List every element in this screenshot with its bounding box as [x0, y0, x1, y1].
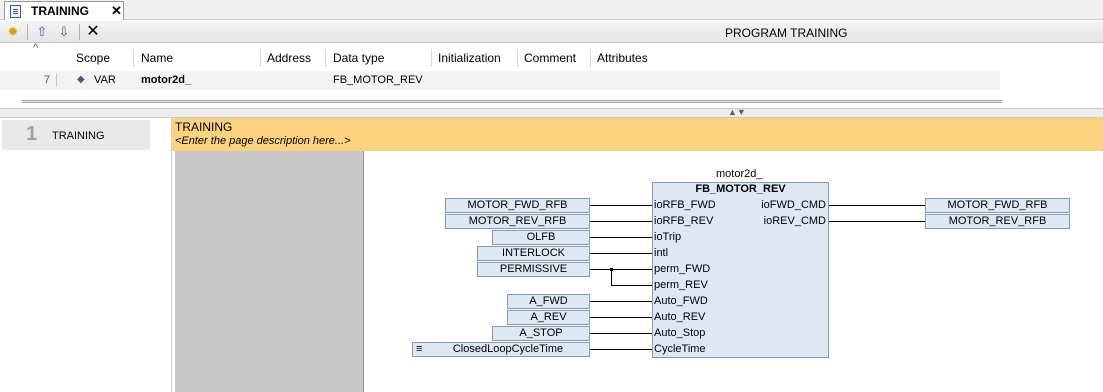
fb-input-pin: Auto_REV — [654, 311, 706, 323]
program-title: PROGRAM TRAINING — [725, 26, 848, 40]
input-variable[interactable]: INTERLOCK — [477, 246, 590, 261]
network-name: TRAINING — [52, 130, 105, 142]
column-divider — [260, 49, 261, 67]
network-list: 1 TRAINING — [0, 118, 172, 392]
cell-name[interactable]: motor2d_ — [141, 74, 191, 86]
splitter-arrows-icon[interactable]: ▲▼ — [728, 107, 746, 117]
network-item[interactable]: 1 TRAINING — [2, 120, 150, 150]
column-attributes[interactable]: Attributes — [597, 51, 648, 65]
output-variable[interactable]: MOTOR_FWD_RFB — [925, 198, 1070, 213]
line-number: 7 — [44, 74, 51, 86]
editor-tab-strip: TRAINING ✕ — [0, 0, 1103, 20]
fb-input-pin: ioRFB_FWD — [654, 199, 716, 211]
column-comment[interactable]: Comment — [524, 51, 576, 65]
input-variable[interactable]: A_FWD — [507, 294, 590, 309]
fb-input-pin: Auto_FWD — [654, 295, 708, 307]
wire — [611, 285, 652, 286]
fb-input-pin: perm_FWD — [654, 263, 711, 275]
fb-input-pin: Auto_Stop — [654, 327, 706, 339]
input-variable[interactable]: A_REV — [507, 310, 590, 325]
wire — [590, 301, 652, 302]
column-divider — [133, 49, 134, 67]
network-number: 1 — [26, 123, 38, 145]
column-data-type[interactable]: Data type — [333, 51, 384, 65]
column-divider — [517, 49, 518, 67]
fb-input-pin: ioRFB_REV — [654, 215, 714, 227]
input-variable[interactable]: A_STOP — [492, 326, 590, 341]
fb-instance-name[interactable]: motor2d_ — [716, 168, 762, 180]
column-name[interactable]: Name — [141, 51, 173, 65]
tab-training[interactable]: TRAINING ✕ — [4, 1, 124, 20]
horizontal-scrollbar[interactable] — [22, 100, 1002, 103]
fb-input-pin: intl — [654, 247, 669, 259]
wire — [829, 221, 925, 222]
fb-type-name: FB_MOTOR_REV — [695, 183, 786, 195]
wire — [829, 205, 925, 206]
fb-input-pin: ioTrip — [654, 231, 682, 243]
fb-input-pin: perm_REV — [654, 279, 708, 291]
column-initialization[interactable]: Initialization — [438, 51, 501, 65]
input-variable[interactable]: ≡ ClosedLoopCycleTime — [412, 342, 590, 357]
collapse-caret-icon[interactable]: ^ — [33, 42, 38, 54]
tab-label: TRAINING — [31, 4, 89, 18]
wire — [590, 237, 652, 238]
declaration-toolbar: ✹ ⇧ ⇩ ✕ PROGRAM TRAINING — [0, 21, 1103, 43]
wire-junction — [610, 268, 613, 271]
toolbar-separator — [27, 24, 28, 40]
close-icon[interactable]: ✕ — [111, 3, 122, 19]
column-scope[interactable]: Scope — [76, 51, 110, 65]
input-variable[interactable]: OLFB — [492, 230, 590, 245]
input-variable-label: ClosedLoopCycleTime — [452, 343, 564, 355]
column-divider — [590, 49, 591, 67]
row-divider — [56, 73, 57, 87]
cell-data-type[interactable]: FB_MOTOR_REV — [333, 74, 423, 86]
move-down-icon[interactable]: ⇩ — [56, 24, 72, 40]
input-variable[interactable]: MOTOR_REV_RFB — [445, 214, 590, 229]
wire — [590, 269, 652, 270]
input-variable[interactable]: PERMISSIVE — [477, 262, 590, 277]
table-row[interactable]: 7 ◆ VAR motor2d_ FB_MOTOR_REV — [0, 71, 1000, 90]
fb-input-pin: CycleTime — [654, 343, 706, 355]
output-variable[interactable]: MOTOR_REV_RFB — [925, 214, 1070, 229]
wire — [590, 253, 652, 254]
fb-output-pin: ioFWD_CMD — [761, 199, 826, 211]
fb-output-pin: ioREV_CMD — [763, 215, 826, 227]
wire — [590, 349, 652, 350]
input-variable[interactable]: MOTOR_FWD_RFB — [445, 198, 590, 213]
page-header[interactable]: TRAINING <Enter the page description her… — [172, 118, 1103, 151]
cell-scope[interactable]: VAR — [94, 74, 116, 86]
move-up-icon[interactable]: ⇧ — [34, 24, 50, 40]
delete-icon[interactable]: ✕ — [85, 24, 101, 40]
column-divider — [431, 49, 432, 67]
variable-icon: ◆ — [77, 74, 85, 85]
page-title: TRAINING — [175, 120, 233, 134]
wire — [590, 205, 652, 206]
network-margin — [175, 151, 364, 392]
function-block[interactable]: FB_MOTOR_REV ioRFB_FWD ioRFB_REV ioTrip … — [652, 182, 829, 358]
toolbar-separator — [79, 24, 80, 40]
variable-table: ^ Scope Name Address Data type Initializ… — [0, 42, 1103, 94]
page-description[interactable]: <Enter the page description here...> — [175, 135, 351, 147]
wire — [590, 317, 652, 318]
pane-splitter[interactable]: ▲▼ — [0, 107, 1103, 118]
column-divider — [325, 49, 326, 67]
column-address[interactable]: Address — [267, 51, 311, 65]
document-icon — [10, 5, 21, 18]
wire — [611, 269, 612, 285]
wire — [590, 221, 652, 222]
wire — [590, 333, 652, 334]
add-variable-icon[interactable]: ✹ — [5, 24, 21, 40]
fbd-editor: 1 TRAINING TRAINING <Enter the page desc… — [0, 118, 1103, 392]
constant-icon: ≡ — [416, 343, 423, 355]
